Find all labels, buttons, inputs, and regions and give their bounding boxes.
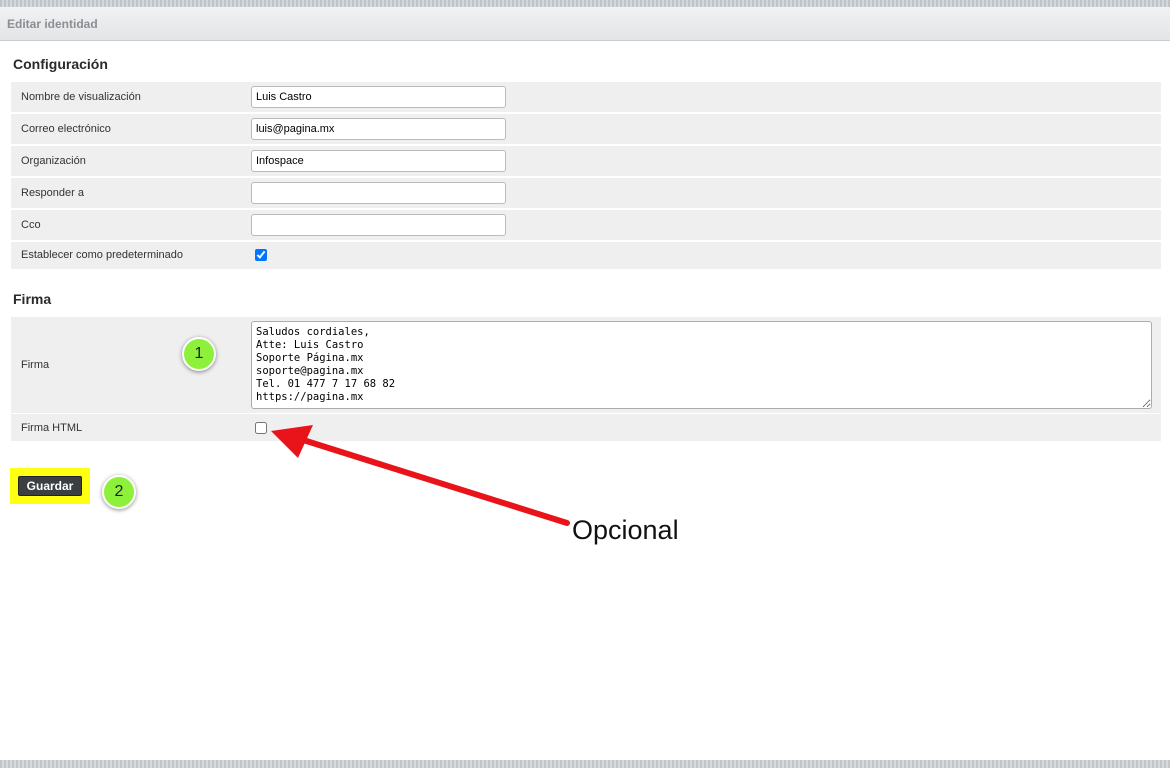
optional-note: Opcional (572, 515, 679, 545)
edit-identity-window: Editar identidad Configuración Nombre de… (0, 7, 1170, 760)
bottom-border (0, 760, 1170, 768)
annotation-arrow (271, 425, 570, 526)
arrow-shaft (297, 436, 570, 526)
top-border (0, 0, 1170, 7)
